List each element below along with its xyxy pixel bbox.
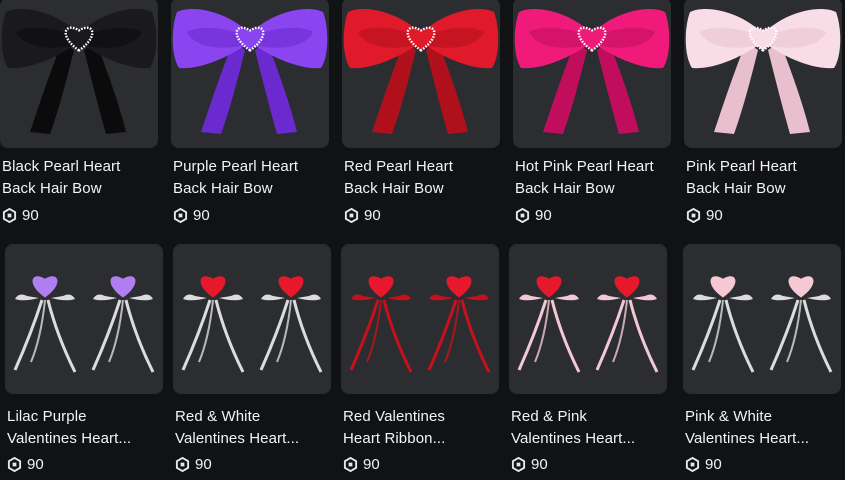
robux-icon: [175, 456, 190, 472]
robux-icon: [515, 207, 530, 223]
item-thumbnail[interactable]: [171, 0, 329, 148]
item-price: 90: [685, 455, 722, 473]
robux-icon: [344, 207, 359, 223]
item-name[interactable]: Red & White Valentines Heart...: [175, 406, 335, 450]
item-name[interactable]: Black Pearl Heart Back Hair Bow: [2, 156, 162, 200]
item-name[interactable]: Red Pearl Heart Back Hair Bow: [344, 156, 504, 200]
item-price: 90: [175, 455, 212, 473]
item-thumbnail[interactable]: [509, 244, 667, 394]
item-price: 90: [173, 206, 210, 224]
item-name[interactable]: Red & Pink Valentines Heart...: [511, 406, 671, 450]
item-thumbnail[interactable]: [5, 244, 163, 394]
item-thumbnail[interactable]: [513, 0, 671, 148]
item-price: 90: [511, 455, 548, 473]
robux-icon: [686, 207, 701, 223]
item-thumbnail[interactable]: [173, 244, 331, 394]
item-name[interactable]: Pink Pearl Heart Back Hair Bow: [686, 156, 845, 200]
robux-icon: [7, 456, 22, 472]
item-price: 90: [686, 206, 723, 224]
robux-icon: [2, 207, 17, 223]
robux-icon: [173, 207, 188, 223]
item-thumbnail[interactable]: [341, 244, 499, 394]
item-thumbnail[interactable]: [0, 0, 158, 148]
item-name[interactable]: Hot Pink Pearl Heart Back Hair Bow: [515, 156, 675, 200]
item-price: 90: [7, 455, 44, 473]
item-thumbnail[interactable]: [683, 244, 841, 394]
item-thumbnail[interactable]: [684, 0, 842, 148]
item-name[interactable]: Pink & White Valentines Heart...: [685, 406, 845, 450]
item-price: 90: [343, 455, 380, 473]
item-name[interactable]: Lilac Purple Valentines Heart...: [7, 406, 167, 450]
item-price: 90: [515, 206, 552, 224]
item-price: 90: [2, 206, 39, 224]
robux-icon: [685, 456, 700, 472]
item-name[interactable]: Purple Pearl Heart Back Hair Bow: [173, 156, 333, 200]
item-name[interactable]: Red Valentines Heart Ribbon...: [343, 406, 503, 450]
robux-icon: [511, 456, 526, 472]
item-thumbnail[interactable]: [342, 0, 500, 148]
item-price: 90: [344, 206, 381, 224]
robux-icon: [343, 456, 358, 472]
catalog-grid: Black Pearl Heart Back Hair Bow 90 Purple…: [0, 0, 845, 480]
